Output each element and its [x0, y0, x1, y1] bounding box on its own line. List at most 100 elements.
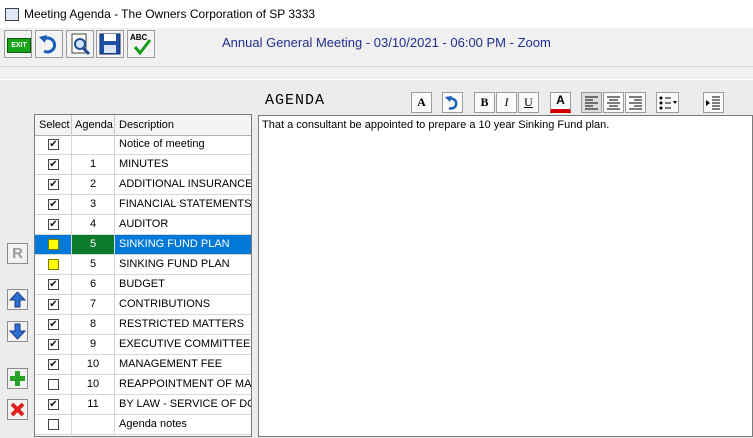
- select-checkbox[interactable]: ✔: [48, 219, 59, 230]
- description-cell: Notice of meeting: [115, 135, 251, 154]
- select-cell[interactable]: ✔: [35, 315, 72, 334]
- table-row[interactable]: ✔ 11 BY LAW - SERVICE OF DO: [35, 395, 251, 415]
- add-item-button[interactable]: [7, 368, 28, 389]
- spell-check-icon: [133, 39, 152, 56]
- format-undo-button[interactable]: [442, 92, 463, 113]
- select-cell[interactable]: ✔: [35, 155, 72, 174]
- table-row[interactable]: ✔ 6 BUDGET: [35, 275, 251, 295]
- col-select-header[interactable]: Select: [35, 115, 72, 135]
- select-checkbox[interactable]: ✔: [48, 359, 59, 370]
- underline-button[interactable]: U: [518, 92, 539, 113]
- table-row[interactable]: ✔ Notice of meeting: [35, 135, 251, 155]
- window-title: Meeting Agenda - The Owners Corporation …: [24, 7, 316, 21]
- table-row[interactable]: ✔ 1 MINUTES: [35, 155, 251, 175]
- spell-check-button[interactable]: ABC: [127, 30, 155, 58]
- indent-icon: [706, 96, 720, 110]
- undo-button[interactable]: [35, 30, 63, 58]
- select-checkbox[interactable]: ✔: [48, 339, 59, 350]
- select-cell[interactable]: ✔: [35, 295, 72, 314]
- select-checkbox[interactable]: [48, 239, 59, 250]
- col-description-header[interactable]: Description: [115, 115, 251, 135]
- select-cell[interactable]: [35, 255, 72, 274]
- agenda-number-cell: 9: [72, 335, 115, 354]
- arrow-up-icon: [8, 291, 27, 308]
- table-row[interactable]: Agenda notes: [35, 415, 251, 435]
- table-row[interactable]: ✔ 4 AUDITOR: [35, 215, 251, 235]
- app-icon: [5, 8, 19, 21]
- select-checkbox[interactable]: ✔: [48, 139, 59, 150]
- description-cell: BUDGET: [115, 275, 251, 294]
- align-left-button[interactable]: [581, 92, 602, 113]
- move-up-button[interactable]: [7, 289, 28, 310]
- description-cell: SINKING FUND PLAN: [115, 255, 251, 274]
- select-checkbox[interactable]: ✔: [48, 299, 59, 310]
- save-button[interactable]: [96, 30, 124, 58]
- select-cell[interactable]: ✔: [35, 275, 72, 294]
- table-row[interactable]: ✔ 2 ADDITIONAL INSURANCE: [35, 175, 251, 195]
- select-checkbox[interactable]: ✔: [48, 279, 59, 290]
- bold-button[interactable]: B: [474, 92, 495, 113]
- align-right-button[interactable]: [625, 92, 646, 113]
- align-center-button[interactable]: [603, 92, 624, 113]
- select-checkbox[interactable]: ✔: [48, 319, 59, 330]
- agenda-number-cell: 7: [72, 295, 115, 314]
- r-button[interactable]: R: [7, 243, 28, 264]
- toolbar-divider: [0, 66, 753, 67]
- col-agenda-header[interactable]: Agenda: [72, 115, 115, 135]
- select-cell[interactable]: ✔: [35, 195, 72, 214]
- select-cell[interactable]: ✔: [35, 355, 72, 374]
- description-cell: BY LAW - SERVICE OF DO: [115, 395, 251, 414]
- preview-button[interactable]: [66, 30, 94, 58]
- description-cell: SINKING FUND PLAN: [115, 235, 251, 254]
- description-cell: FINANCIAL STATEMENTS: [115, 195, 251, 214]
- select-checkbox[interactable]: [48, 259, 59, 270]
- table-row[interactable]: ✔ 10 MANAGEMENT FEE: [35, 355, 251, 375]
- table-row[interactable]: 5 SINKING FUND PLAN: [35, 235, 251, 255]
- select-checkbox[interactable]: ✔: [48, 399, 59, 410]
- font-color-button[interactable]: A: [550, 92, 571, 113]
- font-button[interactable]: A: [411, 92, 432, 113]
- agenda-text-editor[interactable]: That a consultant be appointed to prepar…: [258, 115, 753, 437]
- select-cell[interactable]: ✔: [35, 335, 72, 354]
- select-cell[interactable]: ✔: [35, 215, 72, 234]
- print-preview-icon: [71, 33, 91, 56]
- table-row[interactable]: 5 SINKING FUND PLAN: [35, 255, 251, 275]
- agenda-heading: AGENDA: [265, 92, 326, 109]
- table-row[interactable]: ✔ 7 CONTRIBUTIONS: [35, 295, 251, 315]
- select-checkbox[interactable]: [48, 419, 59, 430]
- arrow-down-icon: [8, 323, 27, 340]
- agenda-number-cell: 5: [72, 235, 115, 254]
- description-cell: MANAGEMENT FEE: [115, 355, 251, 374]
- agenda-number-cell: 3: [72, 195, 115, 214]
- select-cell[interactable]: [35, 235, 72, 254]
- exit-button[interactable]: EXIT: [4, 30, 32, 58]
- align-center-icon: [607, 96, 620, 110]
- agenda-number-cell: 5: [72, 255, 115, 274]
- grid-header: Select Agenda Description: [35, 115, 251, 136]
- indent-button[interactable]: [703, 92, 724, 113]
- select-cell[interactable]: [35, 375, 72, 394]
- save-icon: [99, 33, 121, 55]
- table-row[interactable]: ✔ 9 EXECUTIVE COMMITTEE: [35, 335, 251, 355]
- exit-icon: EXIT: [7, 38, 31, 53]
- delete-item-button[interactable]: [7, 399, 28, 420]
- table-row[interactable]: ✔ 8 RESTRICTED MATTERS: [35, 315, 251, 335]
- italic-button[interactable]: I: [496, 92, 517, 113]
- select-cell[interactable]: ✔: [35, 395, 72, 414]
- select-cell[interactable]: ✔: [35, 135, 72, 154]
- description-cell: CONTRIBUTIONS: [115, 295, 251, 314]
- select-checkbox[interactable]: ✔: [48, 199, 59, 210]
- select-cell[interactable]: ✔: [35, 175, 72, 194]
- move-down-button[interactable]: [7, 321, 28, 342]
- select-checkbox[interactable]: ✔: [48, 159, 59, 170]
- agenda-number-cell: 1: [72, 155, 115, 174]
- agenda-number-cell: 8: [72, 315, 115, 334]
- select-checkbox[interactable]: ✔: [48, 179, 59, 190]
- select-checkbox[interactable]: [48, 379, 59, 390]
- delete-x-icon: [10, 402, 25, 417]
- table-row[interactable]: 10 REAPPOINTMENT OF MAI: [35, 375, 251, 395]
- bullets-button[interactable]: [656, 92, 679, 113]
- table-row[interactable]: ✔ 3 FINANCIAL STATEMENTS: [35, 195, 251, 215]
- undo-icon: [39, 35, 57, 54]
- select-cell[interactable]: [35, 415, 72, 434]
